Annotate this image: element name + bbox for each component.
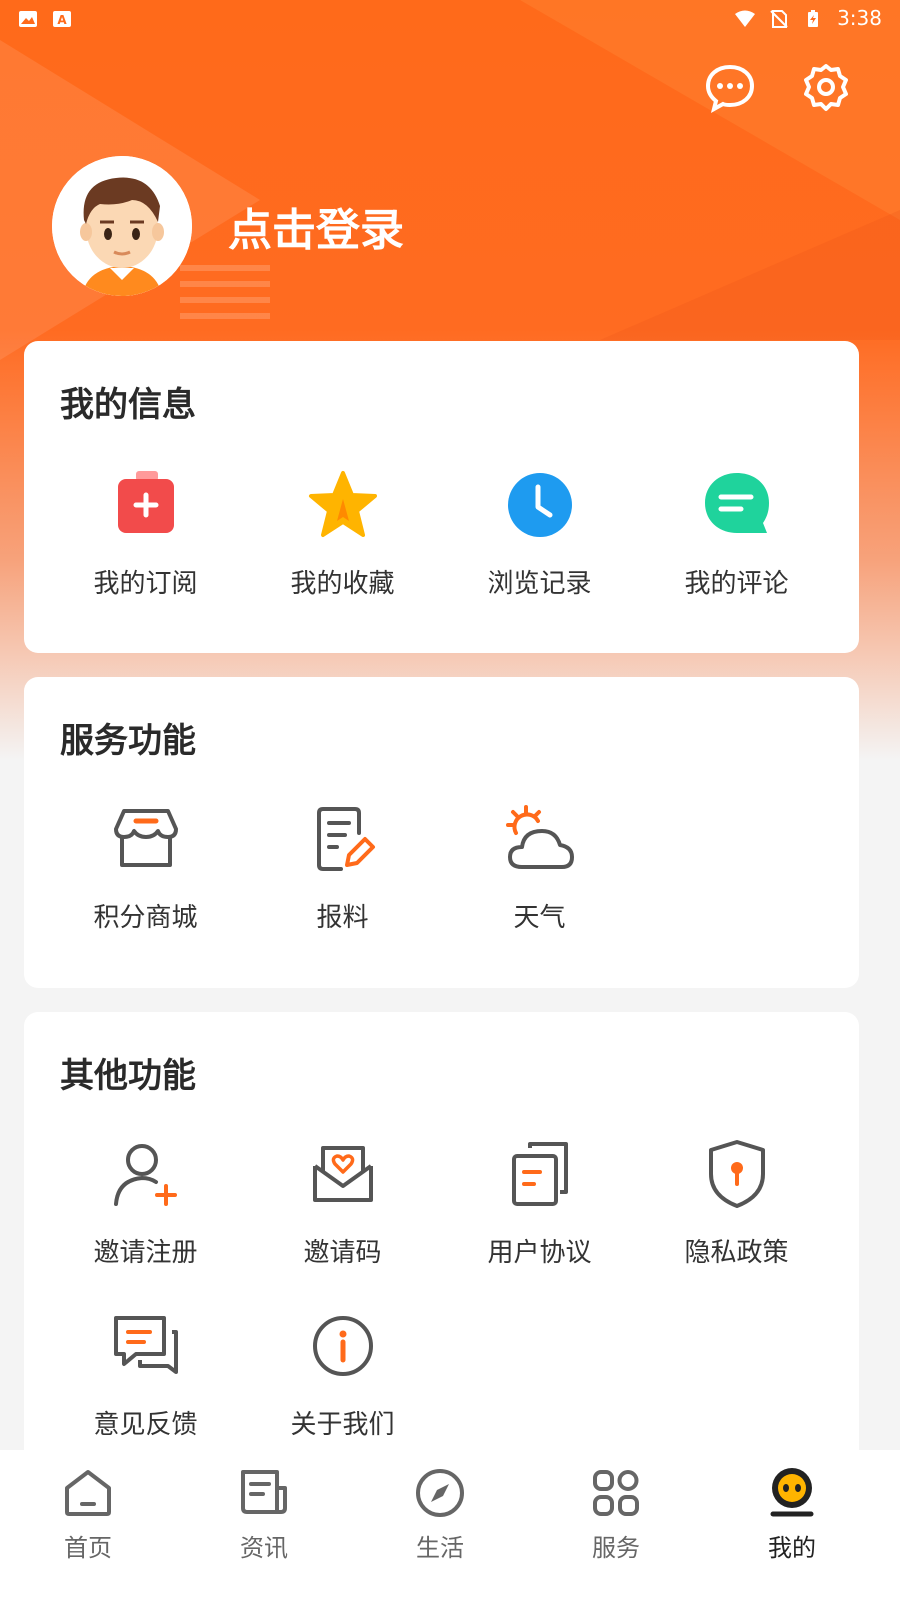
my-comments-label: 我的评论 bbox=[684, 569, 789, 599]
nav-life-label: 生活 bbox=[416, 1534, 464, 1562]
app-notification-icon: A bbox=[52, 9, 72, 27]
privacy-policy-item[interactable]: 隐私政策 bbox=[638, 1138, 835, 1269]
invite-code-label: 邀请码 bbox=[303, 1238, 382, 1268]
user-agreement-label: 用户协议 bbox=[487, 1238, 592, 1268]
bottom-navigation: 首页 资讯 生活 服务 我的 bbox=[0, 1450, 900, 1600]
user-agreement-item[interactable]: 用户协议 bbox=[441, 1138, 638, 1269]
nav-news-label: 资讯 bbox=[240, 1534, 288, 1562]
report-label: 报料 bbox=[316, 903, 369, 933]
avatar-face-icon bbox=[52, 156, 192, 296]
other-functions-title: 其他功能 bbox=[60, 1056, 196, 1096]
compass-icon bbox=[413, 1466, 467, 1520]
message-button[interactable] bbox=[704, 62, 756, 114]
nav-home[interactable]: 首页 bbox=[0, 1450, 176, 1600]
news-icon bbox=[237, 1466, 291, 1520]
profile-icon bbox=[765, 1466, 819, 1520]
settings-icon bbox=[804, 64, 848, 111]
nav-mine-label: 我的 bbox=[768, 1534, 816, 1562]
points-mall-label: 积分商城 bbox=[93, 903, 198, 933]
other-functions-card: 其他功能 邀请注册 邀请码 用户协议 隐私政策 意见反馈 关于我们 bbox=[24, 1012, 859, 1482]
feedback-item[interactable]: 意见反馈 bbox=[47, 1310, 244, 1441]
no-sim-icon bbox=[769, 9, 789, 28]
invite-register-label: 邀请注册 bbox=[93, 1238, 198, 1268]
my-info-title: 我的信息 bbox=[60, 385, 196, 425]
status-bar: A 3:38 bbox=[0, 0, 900, 36]
my-favorites-item[interactable]: 我的收藏 bbox=[244, 469, 441, 600]
weather-item[interactable]: 天气 bbox=[441, 803, 638, 934]
invite-register-item[interactable]: 邀请注册 bbox=[47, 1138, 244, 1269]
status-time: 3:38 bbox=[837, 6, 882, 30]
browse-history-item[interactable]: 浏览记录 bbox=[441, 469, 638, 600]
comment-icon bbox=[701, 469, 773, 541]
privacy-shield-icon bbox=[701, 1138, 773, 1210]
agreement-icon bbox=[504, 1138, 576, 1210]
my-subscription-item[interactable]: 我的订阅 bbox=[47, 469, 244, 600]
nav-mine[interactable]: 我的 bbox=[704, 1450, 880, 1600]
login-area[interactable]: 点击登录 bbox=[52, 156, 404, 296]
nav-life[interactable]: 生活 bbox=[352, 1450, 528, 1600]
my-comments-item[interactable]: 我的评论 bbox=[638, 469, 835, 600]
my-info-card: 我的信息 我的订阅 我的收藏 浏览记录 我的评论 bbox=[24, 341, 859, 653]
nav-home-label: 首页 bbox=[64, 1534, 112, 1562]
image-notification-icon bbox=[18, 9, 38, 27]
star-icon bbox=[307, 469, 379, 541]
privacy-policy-label: 隐私政策 bbox=[684, 1238, 789, 1268]
report-edit-icon bbox=[307, 803, 379, 875]
svg-text:A: A bbox=[57, 13, 67, 27]
browse-history-label: 浏览记录 bbox=[487, 569, 592, 599]
battery-icon bbox=[803, 9, 823, 27]
about-us-label: 关于我们 bbox=[290, 1410, 395, 1440]
avatar[interactable] bbox=[52, 156, 192, 296]
weather-label: 天气 bbox=[513, 903, 566, 933]
about-us-item[interactable]: 关于我们 bbox=[244, 1310, 441, 1441]
feedback-icon bbox=[110, 1310, 182, 1382]
nav-services-label: 服务 bbox=[592, 1534, 640, 1562]
subscription-icon bbox=[110, 469, 182, 541]
nav-services[interactable]: 服务 bbox=[528, 1450, 704, 1600]
services-card: 服务功能 积分商城 报料 天气 bbox=[24, 677, 859, 988]
nav-news[interactable]: 资讯 bbox=[176, 1450, 352, 1600]
invite-user-icon bbox=[110, 1138, 182, 1210]
home-icon bbox=[61, 1466, 115, 1520]
my-subscription-label: 我的订阅 bbox=[93, 569, 198, 599]
clock-icon bbox=[504, 469, 576, 541]
about-icon bbox=[307, 1310, 379, 1382]
wifi-icon bbox=[735, 9, 756, 27]
services-title: 服务功能 bbox=[60, 721, 196, 761]
report-item[interactable]: 报料 bbox=[244, 803, 441, 934]
my-favorites-label: 我的收藏 bbox=[290, 569, 395, 599]
message-icon bbox=[705, 64, 755, 113]
login-prompt[interactable]: 点击登录 bbox=[228, 194, 404, 258]
feedback-label: 意见反馈 bbox=[93, 1410, 198, 1440]
points-mall-item[interactable]: 积分商城 bbox=[47, 803, 244, 934]
apps-icon bbox=[589, 1466, 643, 1520]
invite-code-icon bbox=[307, 1138, 379, 1210]
store-icon bbox=[110, 803, 182, 875]
invite-code-item[interactable]: 邀请码 bbox=[244, 1138, 441, 1269]
settings-button[interactable] bbox=[800, 62, 852, 114]
weather-icon bbox=[504, 803, 576, 875]
